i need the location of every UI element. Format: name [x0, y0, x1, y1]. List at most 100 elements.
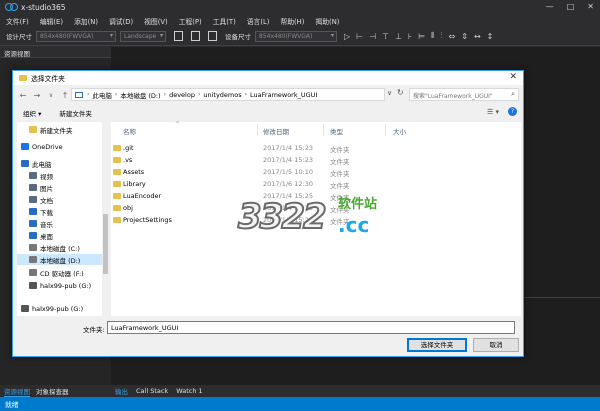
title-bar: x-studio365 — □ ✕ [0, 0, 600, 14]
nav-item-new-folder[interactable]: 新建文件夹 [17, 124, 102, 135]
nav-item-downloads[interactable]: 下载 [17, 206, 102, 217]
folder-icon [29, 126, 37, 133]
menu-donate[interactable]: 揭助(N) [315, 16, 339, 26]
column-header-size[interactable]: 大小 [393, 126, 406, 136]
nav-item-label: 新建文件夹 [40, 126, 73, 135]
distribute-v-icon[interactable]: ⫶ [441, 31, 443, 41]
back-arrow-icon[interactable]: ← [19, 91, 27, 100]
tab-resource-view[interactable]: 资源视图 [4, 386, 30, 397]
scrollbar-thumb[interactable] [103, 214, 108, 274]
save-icon[interactable] [208, 31, 217, 41]
open-file-icon[interactable] [191, 31, 200, 41]
breadcrumb-this-pc[interactable]: 此电脑 [92, 90, 112, 100]
tab-object-explorer[interactable]: 对象探查器 [36, 386, 69, 396]
expand-h-icon[interactable]: ↔ [474, 32, 481, 41]
organize-button[interactable]: 组织 ▾ [23, 108, 41, 118]
nav-item-desktop[interactable]: 桌面 [17, 230, 102, 241]
file-row[interactable]: Assets 2017/1/5 10:10 文件夹 [111, 167, 521, 178]
menu-project[interactable]: 工程(P) [179, 16, 202, 26]
column-divider[interactable] [385, 124, 386, 136]
address-bar[interactable]: › 此电脑 › 本地磁盘 (D:) › develop › unitydemos… [71, 88, 385, 101]
menu-debug[interactable]: 调试(D) [109, 16, 133, 26]
navigation-scrollbar[interactable] [102, 122, 109, 316]
nav-item-label: 本地磁盘 (D:) [40, 256, 81, 265]
tab-output[interactable]: 输出 [115, 386, 128, 396]
column-divider[interactable] [323, 124, 324, 136]
breadcrumb-luaframework[interactable]: LuaFramework_UGUI [250, 91, 317, 99]
column-header-type[interactable]: 类型 [330, 126, 343, 136]
breadcrumb-separator: › [244, 91, 248, 98]
breadcrumb-unitydemos[interactable]: unitydemos [203, 91, 241, 99]
menu-language[interactable]: 语言(L) [247, 16, 270, 26]
view-options-icon[interactable]: ☰ ▾ [487, 108, 499, 116]
dialog-close-button[interactable]: ✕ [509, 72, 517, 82]
help-icon[interactable]: ? [508, 107, 517, 116]
nav-item-network-drive[interactable]: halx99-pub (G:) [17, 280, 102, 291]
same-height-icon[interactable]: ⇕ [461, 32, 468, 41]
up-arrow-icon[interactable]: ↑ [61, 91, 69, 100]
design-size-select[interactable]: 854x480(FWVGA) [36, 30, 116, 42]
align-left-icon[interactable]: ⊢ [356, 32, 363, 41]
file-row[interactable]: .git 2017/1/4 15:23 文件夹 [111, 143, 521, 154]
maximize-button[interactable]: □ [567, 2, 575, 11]
same-width-icon[interactable]: ⇔ [449, 32, 456, 41]
nav-item-cd-drive[interactable]: CD 驱动器 (F:) [17, 267, 102, 278]
nav-item-this-pc[interactable]: 此电脑 [17, 158, 102, 169]
nav-item-pictures[interactable]: 图片 [17, 182, 102, 193]
menu-view[interactable]: 视图(V) [144, 16, 168, 26]
nav-item-network-drive-root[interactable]: halx99-pub (G:) [17, 303, 102, 314]
cancel-button[interactable]: 取消 [473, 338, 519, 352]
column-header-date[interactable]: 修改日期 [263, 126, 289, 136]
new-folder-button[interactable]: 新建文件夹 [59, 108, 92, 118]
watermark-site-name: 软件站 [338, 197, 378, 212]
play-icon[interactable]: ▷ [344, 32, 350, 41]
nav-item-label: 桌面 [40, 232, 53, 241]
nav-item-onedrive[interactable]: OneDrive [17, 141, 102, 152]
close-window-button[interactable]: ✕ [587, 2, 594, 11]
recent-dropdown-icon[interactable]: ∨ [47, 92, 55, 99]
menu-tools[interactable]: 工具(T) [213, 16, 236, 26]
forward-arrow-icon[interactable]: → [33, 91, 41, 100]
folder-icon [113, 205, 121, 211]
nav-item-videos[interactable]: 视频 [17, 170, 102, 181]
orientation-select[interactable]: Landscape [120, 30, 166, 42]
new-file-icon[interactable] [174, 31, 183, 41]
folder-icon [113, 193, 121, 199]
file-type: 文件夹 [330, 158, 350, 166]
tab-watch-1[interactable]: Watch 1 [176, 387, 202, 395]
app-logo-icon [5, 3, 18, 11]
minimize-button[interactable]: — [546, 2, 554, 11]
column-header-name[interactable]: 名称 [123, 126, 136, 136]
align-bottom-icon[interactable]: ⊨ [418, 32, 425, 41]
address-dropdown-icon[interactable]: ∨ [387, 89, 392, 97]
breadcrumb-develop[interactable]: develop [169, 91, 195, 99]
device-size-select[interactable]: 854x480(FWVGA) [255, 30, 337, 42]
column-divider[interactable] [257, 124, 258, 136]
file-row[interactable]: .vs 2017/1/4 15:23 文件夹 [111, 155, 521, 166]
distribute-h-icon[interactable]: ⫴ [431, 31, 434, 41]
menu-add[interactable]: 添加(N) [74, 16, 98, 26]
expand-v-icon[interactable]: ↕ [487, 32, 494, 41]
folder-name-input[interactable] [107, 321, 515, 334]
search-input[interactable]: 搜索"LuaFramework_UGUI" ⌕ [409, 88, 519, 101]
folder-icon [19, 75, 27, 81]
nav-item-drive-c[interactable]: 本地磁盘 (C:) [17, 242, 102, 253]
align-middle-icon[interactable]: ⊦ [408, 32, 412, 41]
tab-call-stack[interactable]: Call Stack [136, 387, 168, 395]
nav-item-music[interactable]: 音乐 [17, 218, 102, 229]
align-right-icon[interactable]: ⊤ [382, 32, 389, 41]
menu-help[interactable]: 帮助(H) [280, 16, 304, 26]
align-center-icon[interactable]: ⊣ [369, 32, 376, 41]
breadcrumb-separator: › [163, 91, 167, 98]
file-row[interactable]: Library 2017/1/6 12:30 文件夹 [111, 179, 521, 190]
nav-item-drive-d[interactable]: 本地磁盘 (D:) [17, 254, 102, 265]
breadcrumb-drive-d[interactable]: 本地磁盘 (D:) [120, 90, 160, 100]
menu-edit[interactable]: 编辑(E) [40, 16, 63, 26]
align-top-icon[interactable]: ⊥ [395, 32, 402, 41]
refresh-icon[interactable]: ↻ [397, 88, 404, 97]
network-drive-icon [29, 282, 37, 289]
menu-file[interactable]: 文件(F) [6, 16, 29, 26]
select-folder-button[interactable]: 选择文件夹 [407, 338, 467, 352]
nav-item-documents[interactable]: 文档 [17, 194, 102, 205]
file-name: Assets [123, 168, 145, 176]
